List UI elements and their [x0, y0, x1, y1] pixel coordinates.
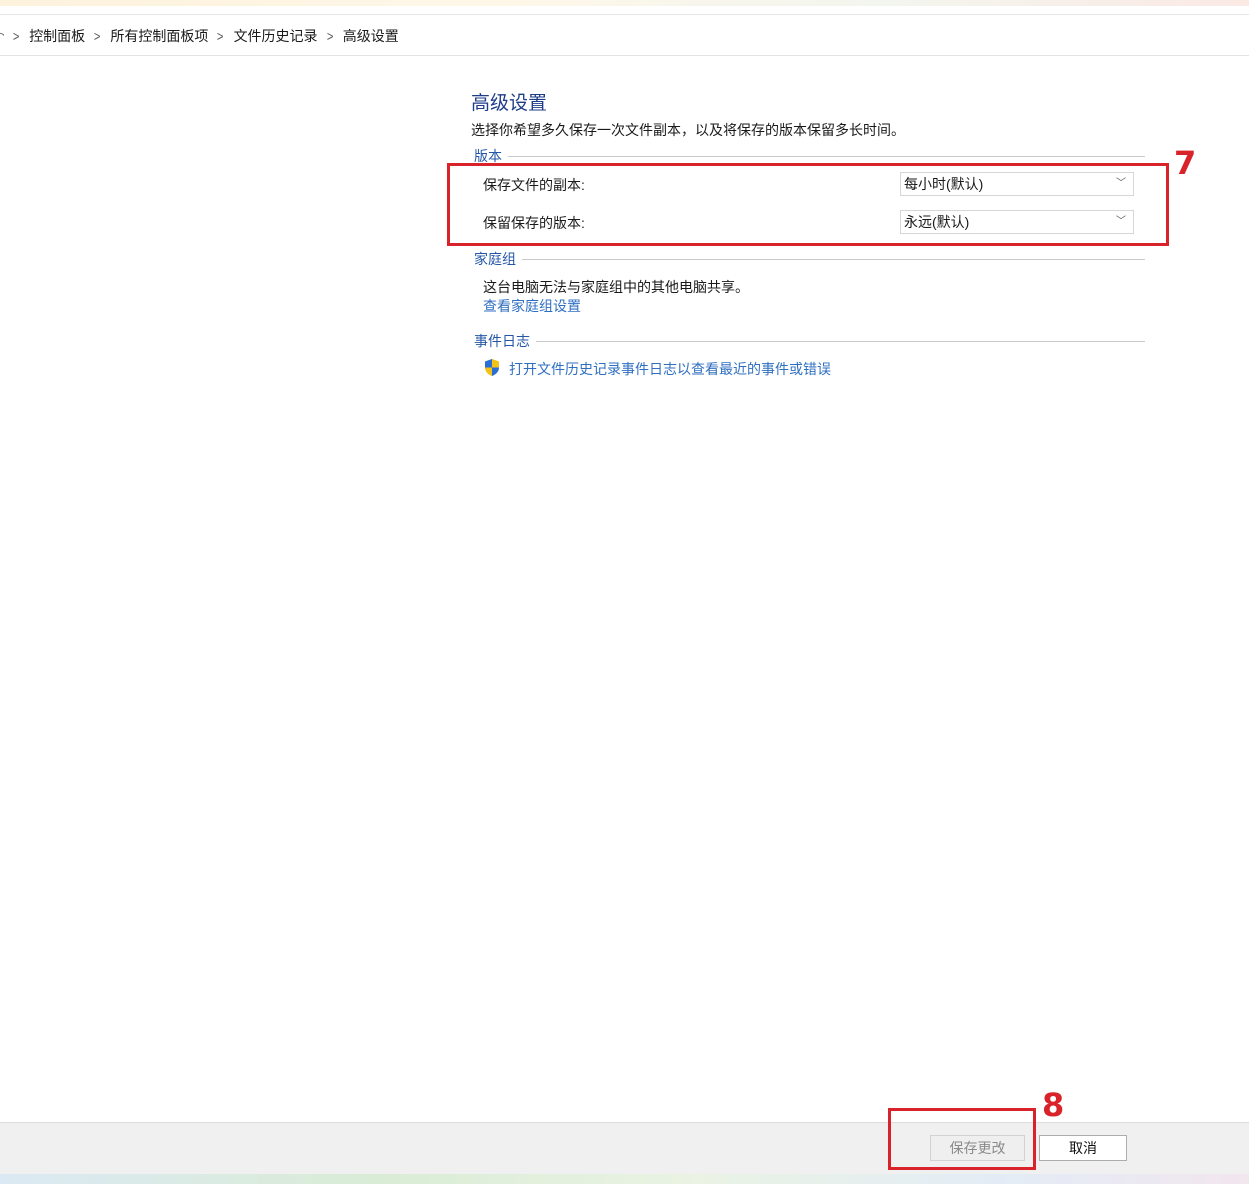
homegroup-status-text: 这台电脑无法与家庭组中的其他电脑共享。	[483, 279, 749, 295]
event-log-group-header: 事件日志	[474, 331, 1145, 351]
breadcrumb: ◝ > 控制面板 > 所有控制面板项 > 文件历史记录 > 高级设置	[0, 26, 399, 46]
homegroup-group-label: 家庭组	[474, 249, 522, 269]
homegroup-group-header: 家庭组	[474, 249, 1145, 269]
chevron-right-icon[interactable]: >	[94, 28, 101, 44]
breadcrumb-advanced-settings[interactable]: 高级设置	[343, 26, 399, 46]
uac-shield-icon	[485, 359, 499, 376]
divider	[536, 340, 1145, 342]
breadcrumb-all-items[interactable]: 所有控制面板项	[110, 26, 208, 46]
breadcrumb-file-history[interactable]: 文件历史记录	[234, 26, 318, 46]
breadcrumb-control-panel[interactable]: 控制面板	[29, 26, 85, 46]
open-event-log-link[interactable]: 打开文件历史记录事件日志以查看最近的事件或错误	[509, 359, 831, 379]
annotation-number-8: 8	[1042, 1086, 1065, 1124]
window-bottom-strip	[0, 1174, 1249, 1184]
chevron-right-icon[interactable]: >	[326, 28, 333, 44]
page-description: 选择你希望多久保存一次文件副本，以及将保存的版本保留多长时间。	[471, 122, 905, 138]
chevron-right-icon[interactable]: >	[217, 28, 224, 44]
event-log-group-label: 事件日志	[474, 331, 536, 351]
annotation-box-7	[447, 163, 1169, 246]
chevron-right-icon[interactable]: >	[13, 28, 20, 44]
divider	[522, 258, 1145, 260]
cancel-button[interactable]: 取消	[1039, 1135, 1127, 1161]
divider	[508, 155, 1145, 157]
address-bar: ◝ > 控制面板 > 所有控制面板项 > 文件历史记录 > 高级设置	[0, 14, 1249, 56]
homegroup-settings-link[interactable]: 查看家庭组设置	[483, 296, 581, 316]
page-title: 高级设置	[471, 93, 548, 114]
breadcrumb-root-icon[interactable]: ◝	[0, 29, 4, 43]
window-top-strip	[0, 0, 1249, 6]
annotation-box-8	[888, 1108, 1036, 1170]
annotation-number-7: 7	[1174, 144, 1197, 182]
